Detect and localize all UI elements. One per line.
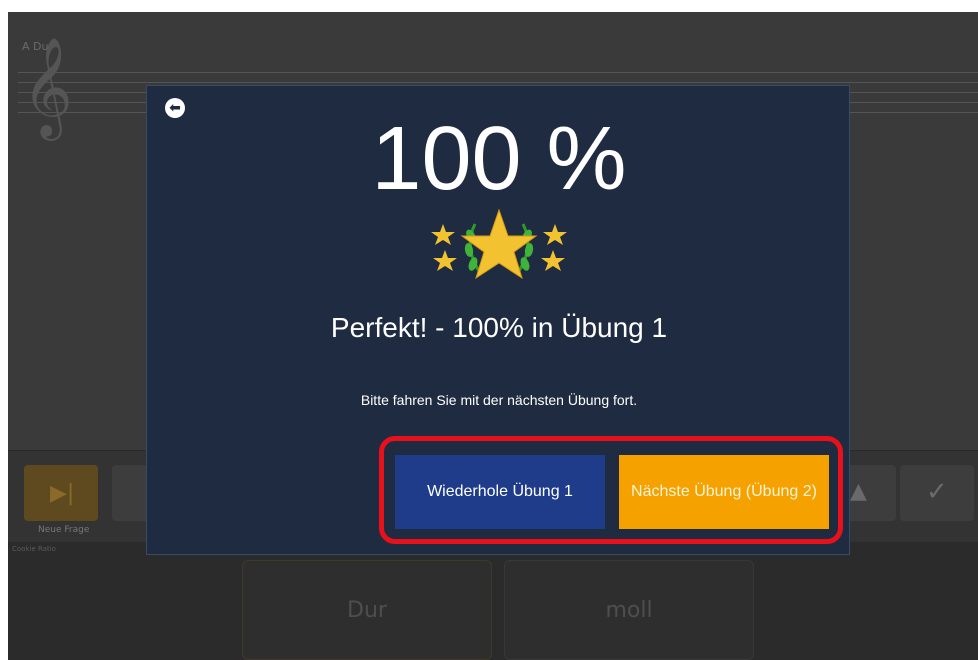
stars-award-icon — [431, 208, 567, 280]
check-icon: ✓ — [926, 477, 948, 507]
answer-moll-button[interactable]: moll — [504, 560, 754, 660]
small-star-icon — [543, 224, 567, 245]
small-caption: Cookie Ratio — [12, 545, 56, 553]
new-question-button[interactable]: ▶| — [24, 465, 98, 521]
staff-line — [18, 72, 978, 73]
person-icon: ▲ — [850, 479, 867, 504]
next-exercise-button[interactable]: Nächste Übung (Übung 2) — [619, 455, 829, 529]
small-star-icon — [433, 250, 457, 271]
staff-line — [18, 82, 978, 83]
highlighted-button-group: Wiederhole Übung 1 Nächste Übung (Übung … — [379, 436, 843, 544]
new-question-label: Neue Frage — [38, 525, 90, 535]
score-percentage: 100 % — [371, 109, 627, 209]
result-title: Perfekt! - 100% in Übung 1 — [330, 312, 668, 343]
repeat-exercise-button[interactable]: Wiederhole Übung 1 — [395, 455, 605, 529]
small-star-icon — [431, 224, 455, 245]
result-dialog: ⬅ 100 % Perfekt! - 100% in Übung 1 Bitte… — [146, 85, 850, 555]
check-button[interactable]: ✓ — [900, 465, 974, 521]
small-star-icon — [541, 250, 565, 271]
answer-dur-button[interactable]: Dur — [242, 560, 492, 660]
play-icon: ▶| — [50, 481, 75, 506]
treble-clef-icon: 𝄞 — [22, 37, 73, 137]
instruction-text: Bitte fahren Sie mit der nächsten Übung … — [360, 392, 638, 408]
